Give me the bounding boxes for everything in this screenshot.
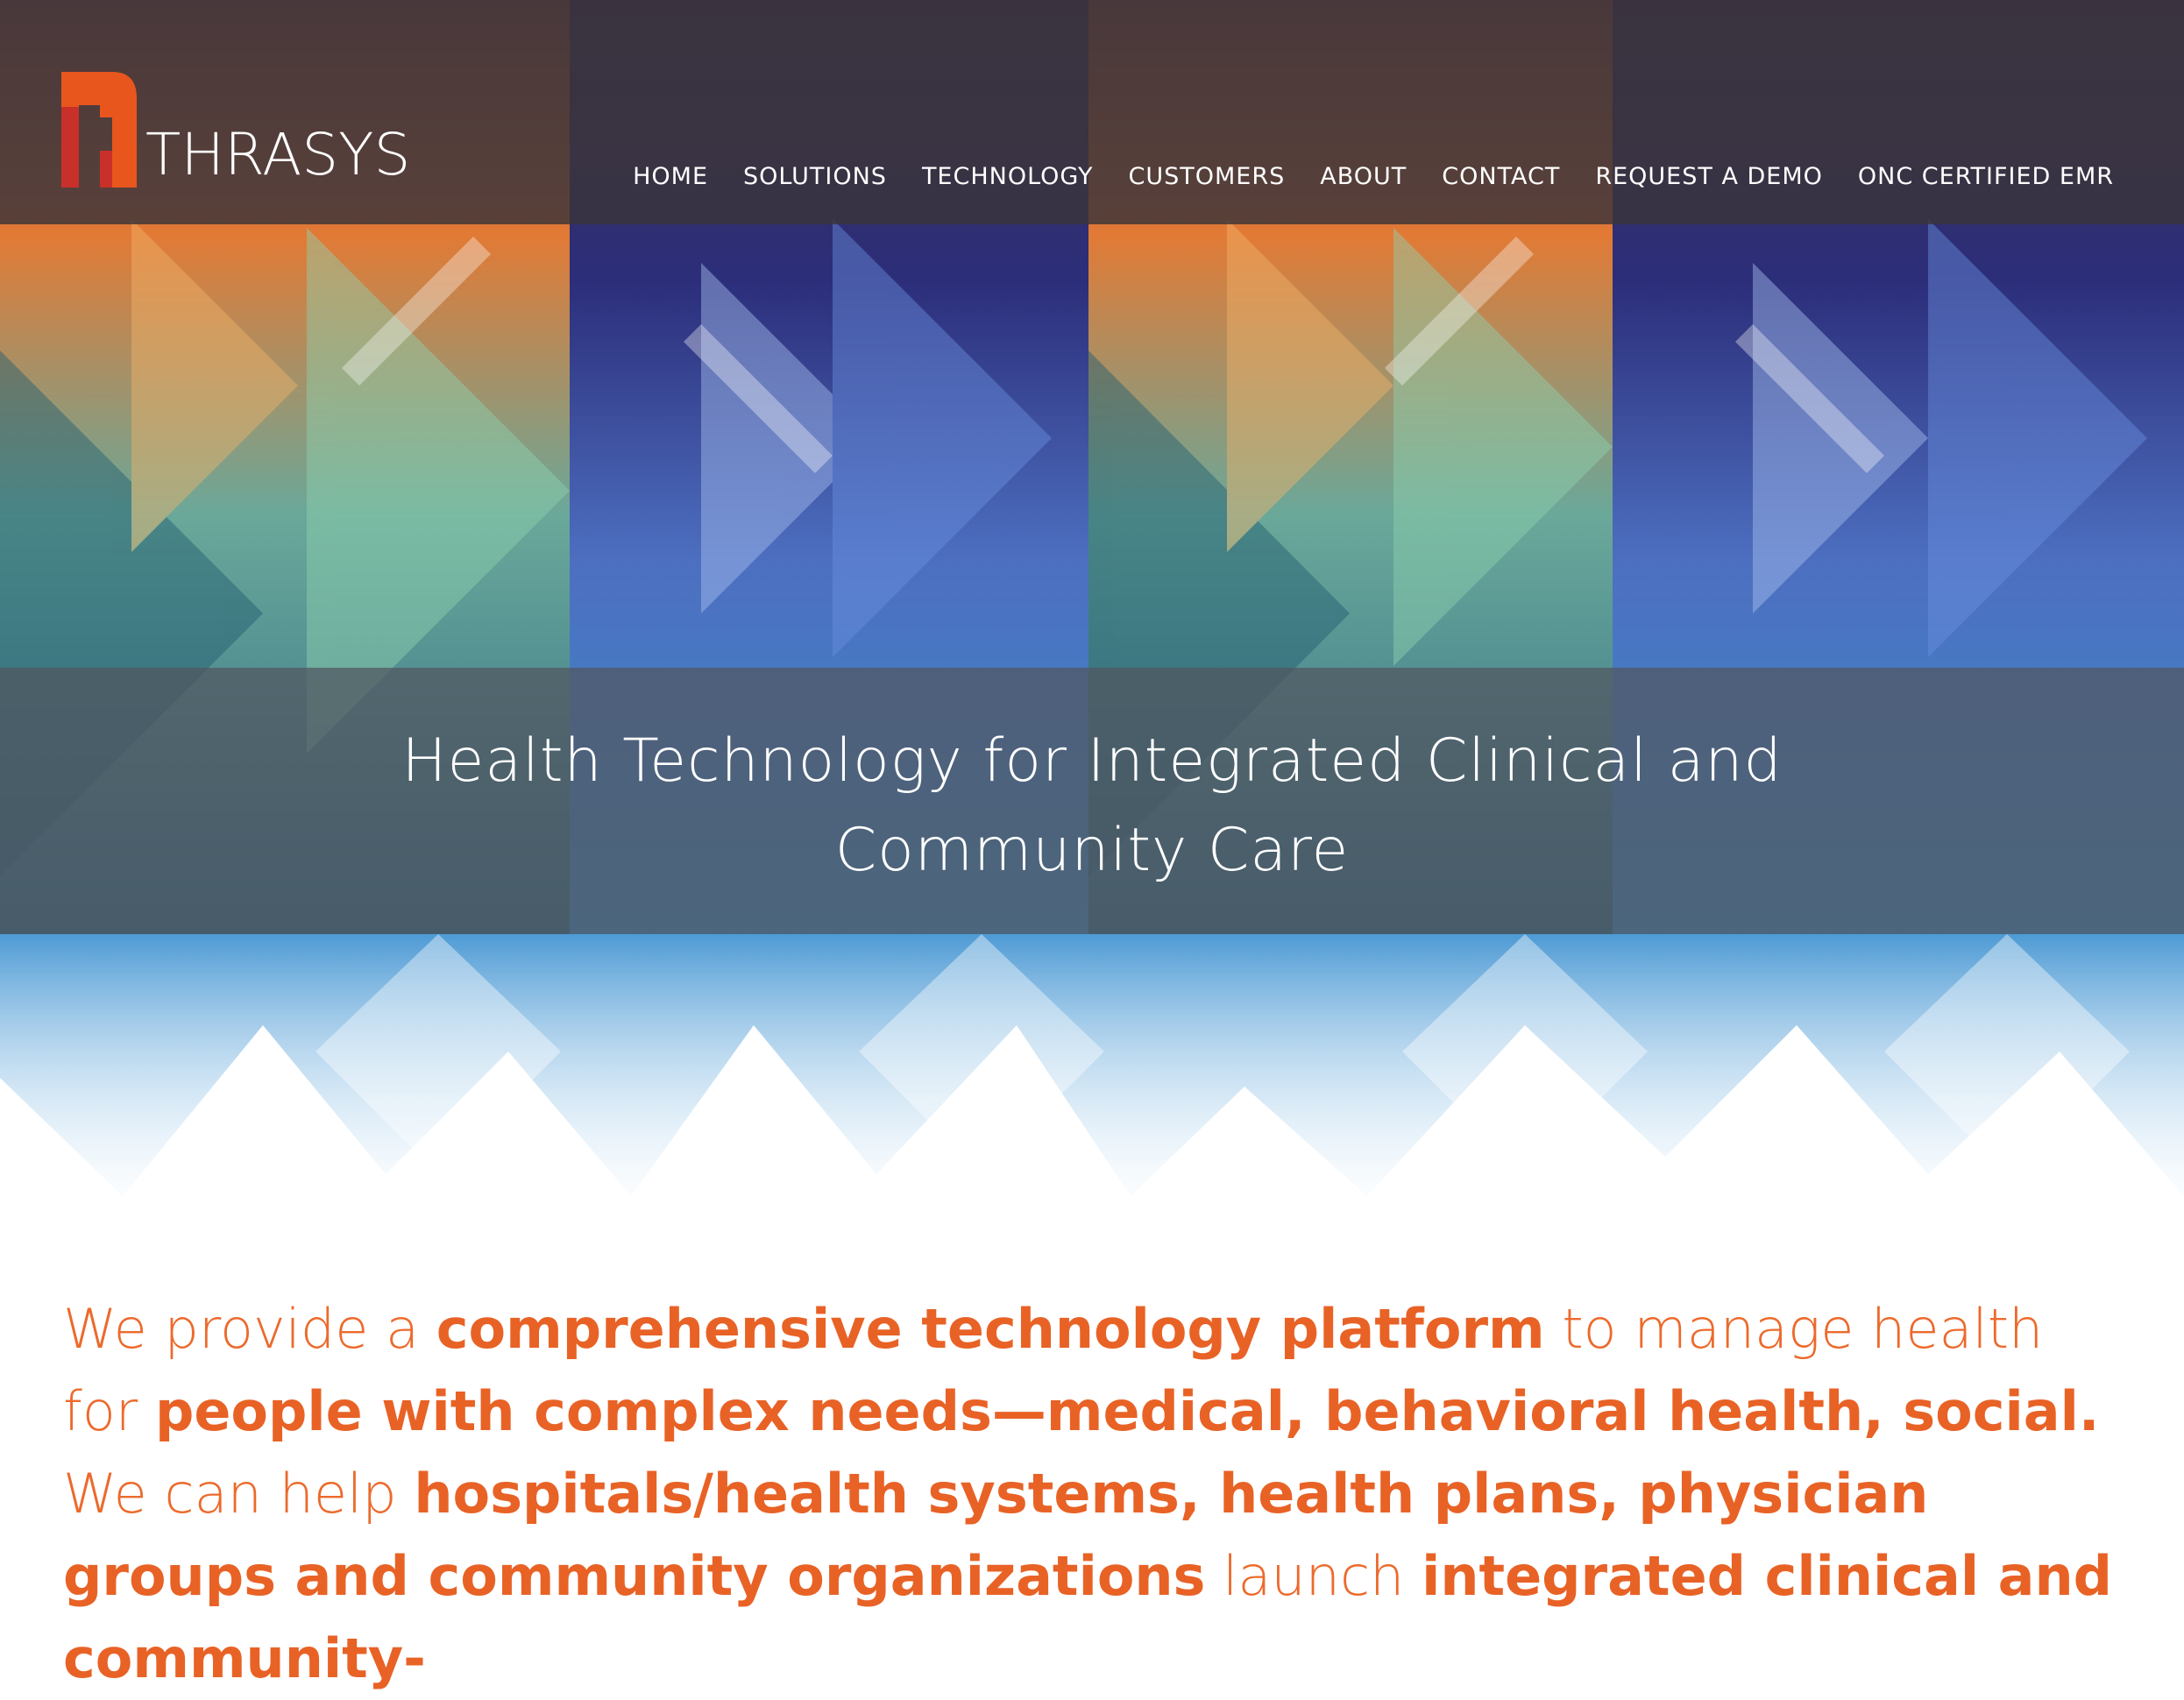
nav-onc-certified-emr[interactable]: ONC CERTIFIED EMR	[1858, 163, 2114, 190]
intro-paragraph: We provide a comprehensive technology pl…	[63, 1288, 2131, 1700]
nav-contact[interactable]: CONTACT	[1442, 163, 1560, 190]
nav-request-demo[interactable]: REQUEST A DEMO	[1595, 163, 1823, 190]
main-nav: HOME SOLUTIONS TECHNOLOGY CUSTOMERS ABOU…	[633, 163, 2114, 190]
intro-highlight-1: comprehensive technology platform	[436, 1297, 1545, 1361]
hero-tagline-line-1: Health Technology for Integrated Clinica…	[401, 726, 1783, 796]
site-header: THRASYS HOME SOLUTIONS TECHNOLOGY CUSTOM…	[0, 0, 2184, 224]
nav-customers[interactable]: CUSTOMERS	[1129, 163, 1286, 190]
hero-banner: THRASYS HOME SOLUTIONS TECHNOLOGY CUSTOM…	[0, 0, 2184, 1196]
intro-text-4: launch	[1205, 1544, 1422, 1608]
logo-mark-icon	[61, 72, 137, 188]
hero-tagline-line-2: Community Care	[834, 816, 1350, 885]
nav-solutions[interactable]: SOLUTIONS	[743, 163, 887, 190]
intro-text-3: We can help	[63, 1462, 415, 1526]
nav-technology[interactable]: TECHNOLOGY	[922, 163, 1094, 190]
hero-tagline: Health Technology for Integrated Clinica…	[0, 717, 2184, 896]
intro-highlight-2: people with complex needs—medical, behav…	[154, 1379, 2100, 1443]
thrasys-logo[interactable]: THRASYS	[61, 72, 412, 190]
nav-home[interactable]: HOME	[633, 163, 708, 190]
intro-text-1: We provide a	[63, 1297, 436, 1361]
logo-wordmark: THRASYS	[145, 121, 411, 188]
nav-about[interactable]: ABOUT	[1320, 163, 1407, 190]
